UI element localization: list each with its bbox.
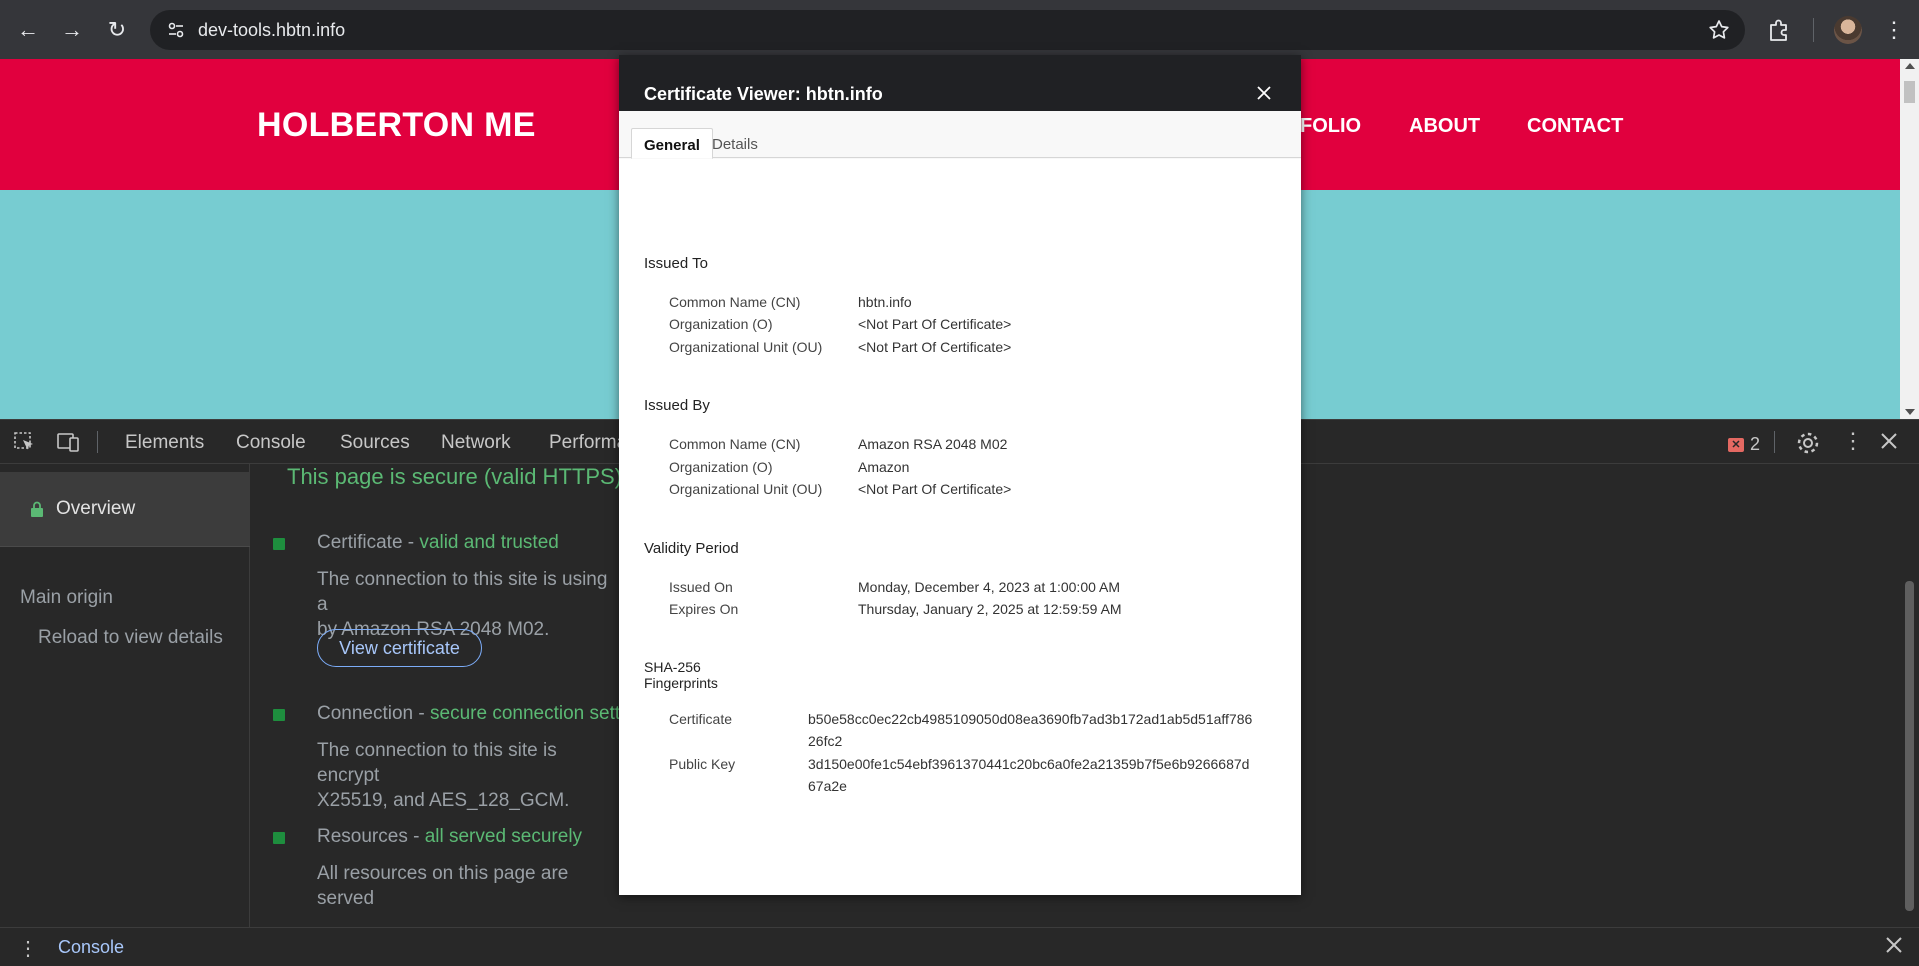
dialog-tabs: General Details bbox=[619, 111, 1301, 159]
drawer-menu-icon[interactable]: ⋮ bbox=[18, 936, 38, 961]
nav-link-about[interactable]: ABOUT bbox=[1409, 115, 1480, 138]
scrollbar-thumb[interactable] bbox=[1904, 81, 1915, 103]
browser-toolbar: ← → ↻ dev-tools.hbtn.info ⋮ bbox=[0, 0, 1919, 59]
extensions-puzzle-icon[interactable] bbox=[1766, 16, 1794, 44]
tab-sources[interactable]: Sources bbox=[340, 432, 410, 454]
issued-by-heading: Issued By bbox=[644, 397, 710, 414]
arrow-right-icon: → bbox=[61, 17, 83, 42]
issued-on-label: Issued On bbox=[669, 579, 733, 595]
pubkey-fingerprint-value: 3d150e00fe1c54ebf3961370441c20bc6a0fe2a2… bbox=[808, 756, 1250, 794]
bookmark-star-icon[interactable] bbox=[1707, 18, 1731, 42]
issued-by-cn-label: Common Name (CN) bbox=[669, 436, 801, 452]
issued-by-ou-value: <Not Part Of Certificate> bbox=[858, 481, 1012, 497]
close-icon[interactable] bbox=[1256, 85, 1272, 101]
drawer-tab-console[interactable]: Console bbox=[58, 937, 124, 958]
certificate-general-content: Issued To Common Name (CN) hbtn.info Org… bbox=[619, 159, 1301, 895]
toolbar-divider bbox=[1813, 18, 1814, 42]
dialog-titlebar: Certificate Viewer: hbtn.info bbox=[619, 55, 1301, 111]
close-devtools-icon[interactable] bbox=[1880, 432, 1898, 455]
inspect-element-icon[interactable] bbox=[12, 430, 38, 454]
sidebar-item-overview[interactable]: Overview bbox=[0, 472, 250, 546]
lock-icon bbox=[30, 501, 44, 517]
address-bar[interactable]: dev-tools.hbtn.info bbox=[150, 10, 1745, 50]
status-bullet-icon bbox=[273, 538, 285, 550]
nav-link-portfolio[interactable]: FOLIO bbox=[1300, 115, 1361, 138]
security-summary: This page is secure (valid HTTPS). bbox=[287, 464, 629, 489]
connection-description: The connection to this site is encrypt X… bbox=[317, 740, 570, 811]
pubkey-fingerprint-label: Public Key bbox=[669, 756, 736, 772]
device-toolbar-icon[interactable] bbox=[55, 430, 81, 454]
tab-performance[interactable]: Performa bbox=[549, 432, 627, 454]
fingerprints-heading: SHA-256 Fingerprints bbox=[644, 659, 718, 691]
browser-menu-icon[interactable]: ⋮ bbox=[1882, 16, 1906, 44]
issued-by-cn-value: Amazon RSA 2048 M02 bbox=[858, 436, 1008, 452]
issued-to-heading: Issued To bbox=[644, 255, 708, 272]
site-logo[interactable]: HOLBERTON ME bbox=[257, 106, 536, 145]
issued-to-cn-label: Common Name (CN) bbox=[669, 294, 801, 310]
sidebar-divider bbox=[0, 546, 250, 547]
expires-on-label: Expires On bbox=[669, 601, 739, 617]
issued-to-ou-value: <Not Part Of Certificate> bbox=[858, 339, 1012, 355]
expires-on-value: Thursday, January 2, 2025 at 12:59:59 AM bbox=[858, 601, 1122, 617]
url-text[interactable]: dev-tools.hbtn.info bbox=[198, 20, 345, 41]
certificate-status: Certificate - valid and trusted bbox=[317, 532, 559, 553]
tab-network[interactable]: Network bbox=[441, 432, 511, 454]
scrollbar-thumb[interactable] bbox=[1905, 581, 1914, 911]
resources-status: Resources - all served securely bbox=[317, 826, 583, 847]
tab-console[interactable]: Console bbox=[236, 432, 306, 454]
settings-gear-icon[interactable] bbox=[1795, 430, 1821, 461]
arrow-left-icon: ← bbox=[17, 17, 39, 42]
scroll-up-arrow-icon[interactable] bbox=[1905, 63, 1915, 69]
sidebar-item-label: Overview bbox=[56, 498, 136, 519]
forward-button[interactable]: → bbox=[54, 12, 90, 48]
issued-to-o-value: <Not Part Of Certificate> bbox=[858, 316, 1012, 332]
toolbar-separator bbox=[1774, 431, 1775, 453]
issued-by-o-value: Amazon bbox=[858, 459, 910, 475]
reload-icon: ↻ bbox=[107, 17, 127, 42]
cert-fingerprint-value: b50e58cc0ec22cb4985109050d08ea3690fb7ad3… bbox=[808, 711, 1253, 749]
issued-to-ou-label: Organizational Unit (OU) bbox=[669, 339, 823, 355]
status-bullet-icon bbox=[273, 709, 285, 721]
status-bullet-icon bbox=[273, 832, 285, 844]
dialog-title: Certificate Viewer: hbtn.info bbox=[644, 84, 883, 104]
back-button[interactable]: ← bbox=[10, 12, 46, 48]
validity-heading: Validity Period bbox=[644, 540, 739, 557]
close-drawer-icon[interactable] bbox=[1885, 936, 1905, 956]
main-origin-heading: Main origin bbox=[20, 587, 113, 608]
certificate-viewer-dialog: Certificate Viewer: hbtn.info General De… bbox=[619, 55, 1301, 895]
view-certificate-button[interactable]: View certificate bbox=[317, 629, 482, 667]
reload-to-view-details[interactable]: Reload to view details bbox=[38, 627, 223, 649]
page-scrollbar[interactable] bbox=[1900, 59, 1919, 419]
connection-status: Connection - secure connection setti bbox=[317, 703, 625, 724]
issued-by-o-label: Organization (O) bbox=[669, 459, 773, 475]
error-count-badge[interactable]: ✕ 2 bbox=[1728, 434, 1760, 455]
tab-details[interactable]: Details bbox=[700, 128, 770, 159]
issued-to-cn-value: hbtn.info bbox=[858, 294, 912, 310]
profile-avatar[interactable] bbox=[1834, 16, 1862, 44]
devtools-scrollbar[interactable] bbox=[1900, 464, 1919, 927]
nav-link-contact[interactable]: CONTACT bbox=[1527, 115, 1623, 138]
error-icon: ✕ bbox=[1728, 437, 1744, 452]
reload-button[interactable]: ↻ bbox=[99, 12, 135, 48]
issued-on-value: Monday, December 4, 2023 at 1:00:00 AM bbox=[858, 579, 1121, 595]
error-count: 2 bbox=[1750, 434, 1761, 454]
issued-to-o-label: Organization (O) bbox=[669, 316, 773, 332]
toolbar-separator bbox=[97, 431, 98, 453]
console-drawer: ⋮ Console bbox=[0, 927, 1919, 966]
issued-by-ou-label: Organizational Unit (OU) bbox=[669, 481, 823, 497]
tab-elements[interactable]: Elements bbox=[125, 432, 204, 454]
site-info-icon[interactable] bbox=[164, 18, 188, 42]
resources-description: All resources on this page are served bbox=[317, 863, 569, 909]
cert-fingerprint-label: Certificate bbox=[669, 711, 733, 727]
scroll-down-arrow-icon[interactable] bbox=[1905, 409, 1915, 415]
devtools-menu-icon[interactable]: ⋮ bbox=[1842, 428, 1864, 454]
security-sidebar: Overview Main origin Reload to view deta… bbox=[0, 464, 250, 927]
